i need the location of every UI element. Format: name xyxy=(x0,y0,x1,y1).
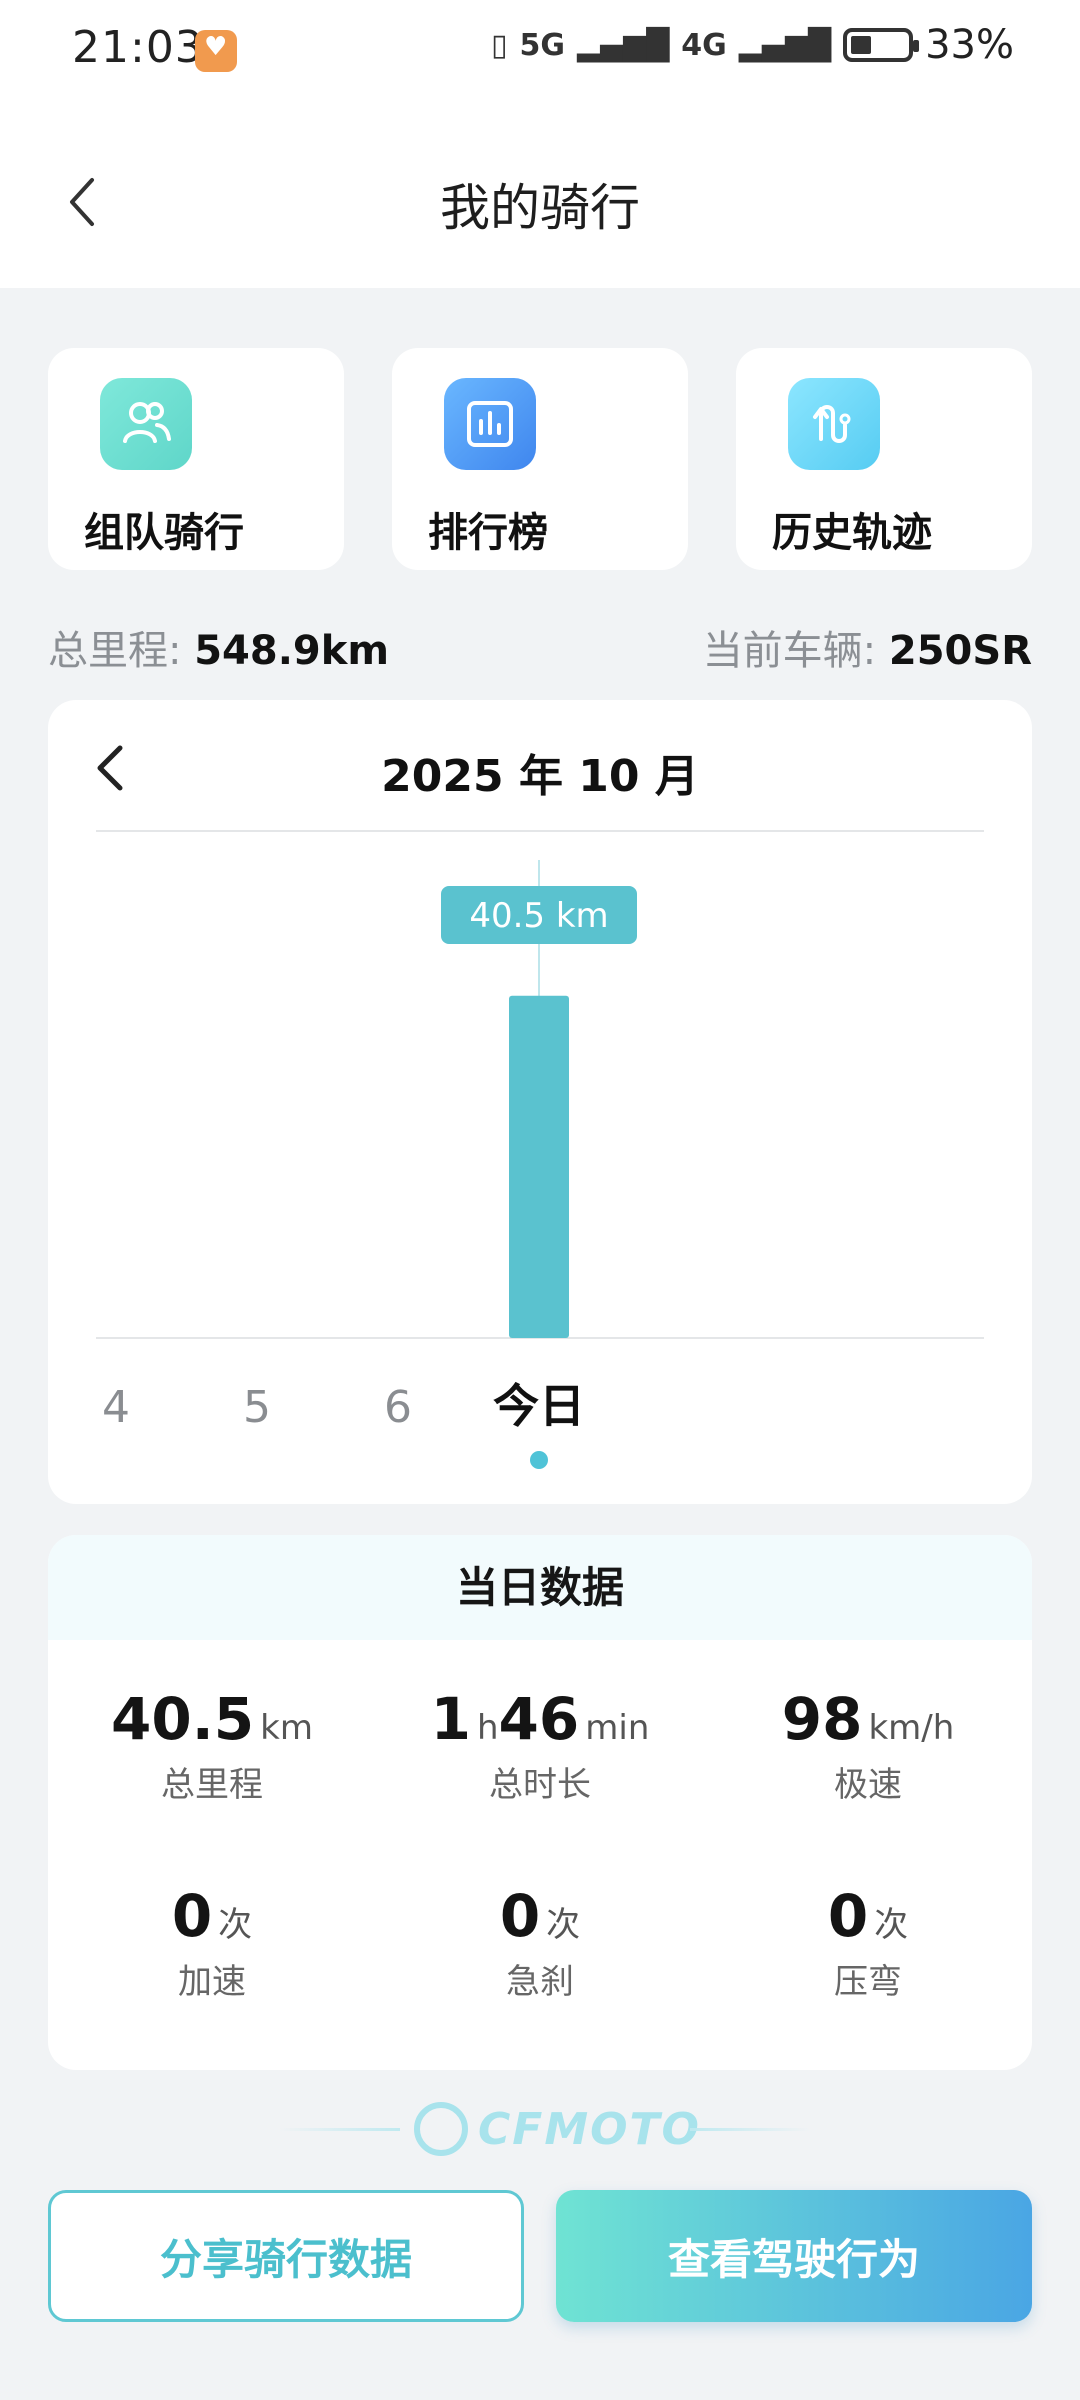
stat-value: 98 xyxy=(781,1685,863,1753)
page-title: 我的骑行 xyxy=(440,179,640,237)
ranking-icon xyxy=(444,378,536,470)
stat-value: 0 xyxy=(499,1882,541,1950)
brand-logo-text: CFMOTO xyxy=(478,2104,701,2155)
stat-unit: km xyxy=(260,1708,313,1748)
stat-top-speed: 98 km/h 极速 xyxy=(704,1685,1032,1806)
stat-distance: 40.5 km 总里程 xyxy=(48,1685,376,1806)
vibrate-icon: ▯ xyxy=(490,27,508,63)
team-icon xyxy=(100,378,192,470)
total-mileage: 总里程: 548.9km xyxy=(48,618,389,676)
brand-footer: CFMOTO xyxy=(0,2098,1080,2162)
stat-duration: 1 h46 min 总时长 xyxy=(376,1685,704,1806)
stat-acceleration: 0次 加速 xyxy=(48,1882,376,2003)
x-tick-label-1[interactable]: 5 xyxy=(243,1382,271,1433)
stat-label: 急刹 xyxy=(506,1962,574,2002)
share-ride-data-button[interactable]: 分享骑行数据 xyxy=(48,2190,524,2322)
stat-value: 0 xyxy=(171,1882,213,1950)
quick-action-label: 历史轨迹 xyxy=(772,510,932,556)
battery-icon xyxy=(843,28,920,62)
x-tick-label-0[interactable]: 4 xyxy=(102,1382,130,1433)
stat-value: 0 xyxy=(827,1882,869,1950)
quick-action-team-ride[interactable]: 组队骑行 xyxy=(48,348,344,570)
current-vehicle-label: 当前车辆: xyxy=(702,628,877,674)
track-icon xyxy=(788,378,880,470)
battery-percent: 33% xyxy=(925,22,1014,68)
stat-value: 40.5 xyxy=(111,1685,255,1753)
status-indicators: ▯ 5G ▂▄▆█ 4G ▂▄▆█ 33% xyxy=(491,22,1014,68)
month-title: 2025 年 10 月 xyxy=(381,751,699,802)
stat-label: 极速 xyxy=(834,1765,902,1805)
cfmoto-logo-icon xyxy=(414,2102,468,2156)
page-header: 我的骑行 xyxy=(0,100,1080,288)
stat-unit: km/h xyxy=(868,1708,955,1748)
stat-label: 总里程 xyxy=(161,1765,263,1805)
divider xyxy=(280,2128,400,2131)
network-4g-label: 4G xyxy=(681,27,727,63)
stat-cornering: 0次 压弯 xyxy=(704,1882,1032,2003)
x-tick-label-2[interactable]: 6 xyxy=(384,1382,412,1433)
x-tick-label-3[interactable]: 今日 xyxy=(493,1379,585,1433)
stat-minutes-unit: min xyxy=(585,1708,650,1748)
chart-bar-3[interactable] xyxy=(509,995,569,1338)
quick-action-label: 排行榜 xyxy=(428,510,548,556)
monthly-chart-card: 4 5 6 今日 40.5 km 2025 年 10 月 xyxy=(48,700,1032,1504)
view-driving-behavior-button[interactable]: 查看驾驶行为 xyxy=(556,2190,1032,2322)
stat-hours-value: 1 xyxy=(430,1685,471,1753)
chart-tooltip-label: 40.5 km xyxy=(469,896,608,936)
selected-day-indicator xyxy=(530,1451,548,1469)
signal-icon: ▂▄▆█ xyxy=(577,27,670,63)
current-vehicle-value: 250SR xyxy=(888,628,1032,674)
day-data-title: 当日数据 xyxy=(48,1535,1032,1640)
totals-row: 总里程: 548.9km 当前车辆: 250SR xyxy=(48,618,1032,674)
bar-chart[interactable]: 4 5 6 今日 40.5 km xyxy=(48,700,1032,1504)
divider xyxy=(690,2128,810,2131)
stat-hours-unit: h xyxy=(476,1708,499,1748)
notification-app-icon xyxy=(195,30,237,72)
stat-unit: 次 xyxy=(218,1905,253,1945)
status-time: 21:03 xyxy=(72,22,204,73)
quick-action-ranking[interactable]: 排行榜 xyxy=(392,348,688,570)
network-5g-label: 5G xyxy=(519,27,566,63)
stat-unit: 次 xyxy=(874,1905,909,1945)
total-mileage-value: 548.9km xyxy=(194,628,390,674)
signal-icon-2: ▂▄▆█ xyxy=(738,27,832,63)
current-vehicle: 当前车辆: 250SR xyxy=(703,618,1032,676)
stat-label: 压弯 xyxy=(834,1962,902,2002)
stat-label: 加速 xyxy=(178,1962,246,2002)
status-bar: 21:03 ▯ 5G ▂▄▆█ 4G ▂▄▆█ 33% xyxy=(0,0,1080,100)
day-data-card: 当日数据 40.5 km 总里程 1 h46 min 总时长 98 km/h 极速 0次… xyxy=(48,1535,1032,2070)
total-mileage-label: 总里程: xyxy=(48,628,182,674)
stat-unit: 次 xyxy=(546,1905,581,1945)
stat-hard-braking: 0次 急刹 xyxy=(376,1882,704,2003)
quick-action-label: 组队骑行 xyxy=(84,510,244,556)
stat-minutes-value: 46 xyxy=(498,1685,580,1753)
quick-action-history-track[interactable]: 历史轨迹 xyxy=(736,348,1032,570)
stat-label: 总时长 xyxy=(489,1765,591,1805)
